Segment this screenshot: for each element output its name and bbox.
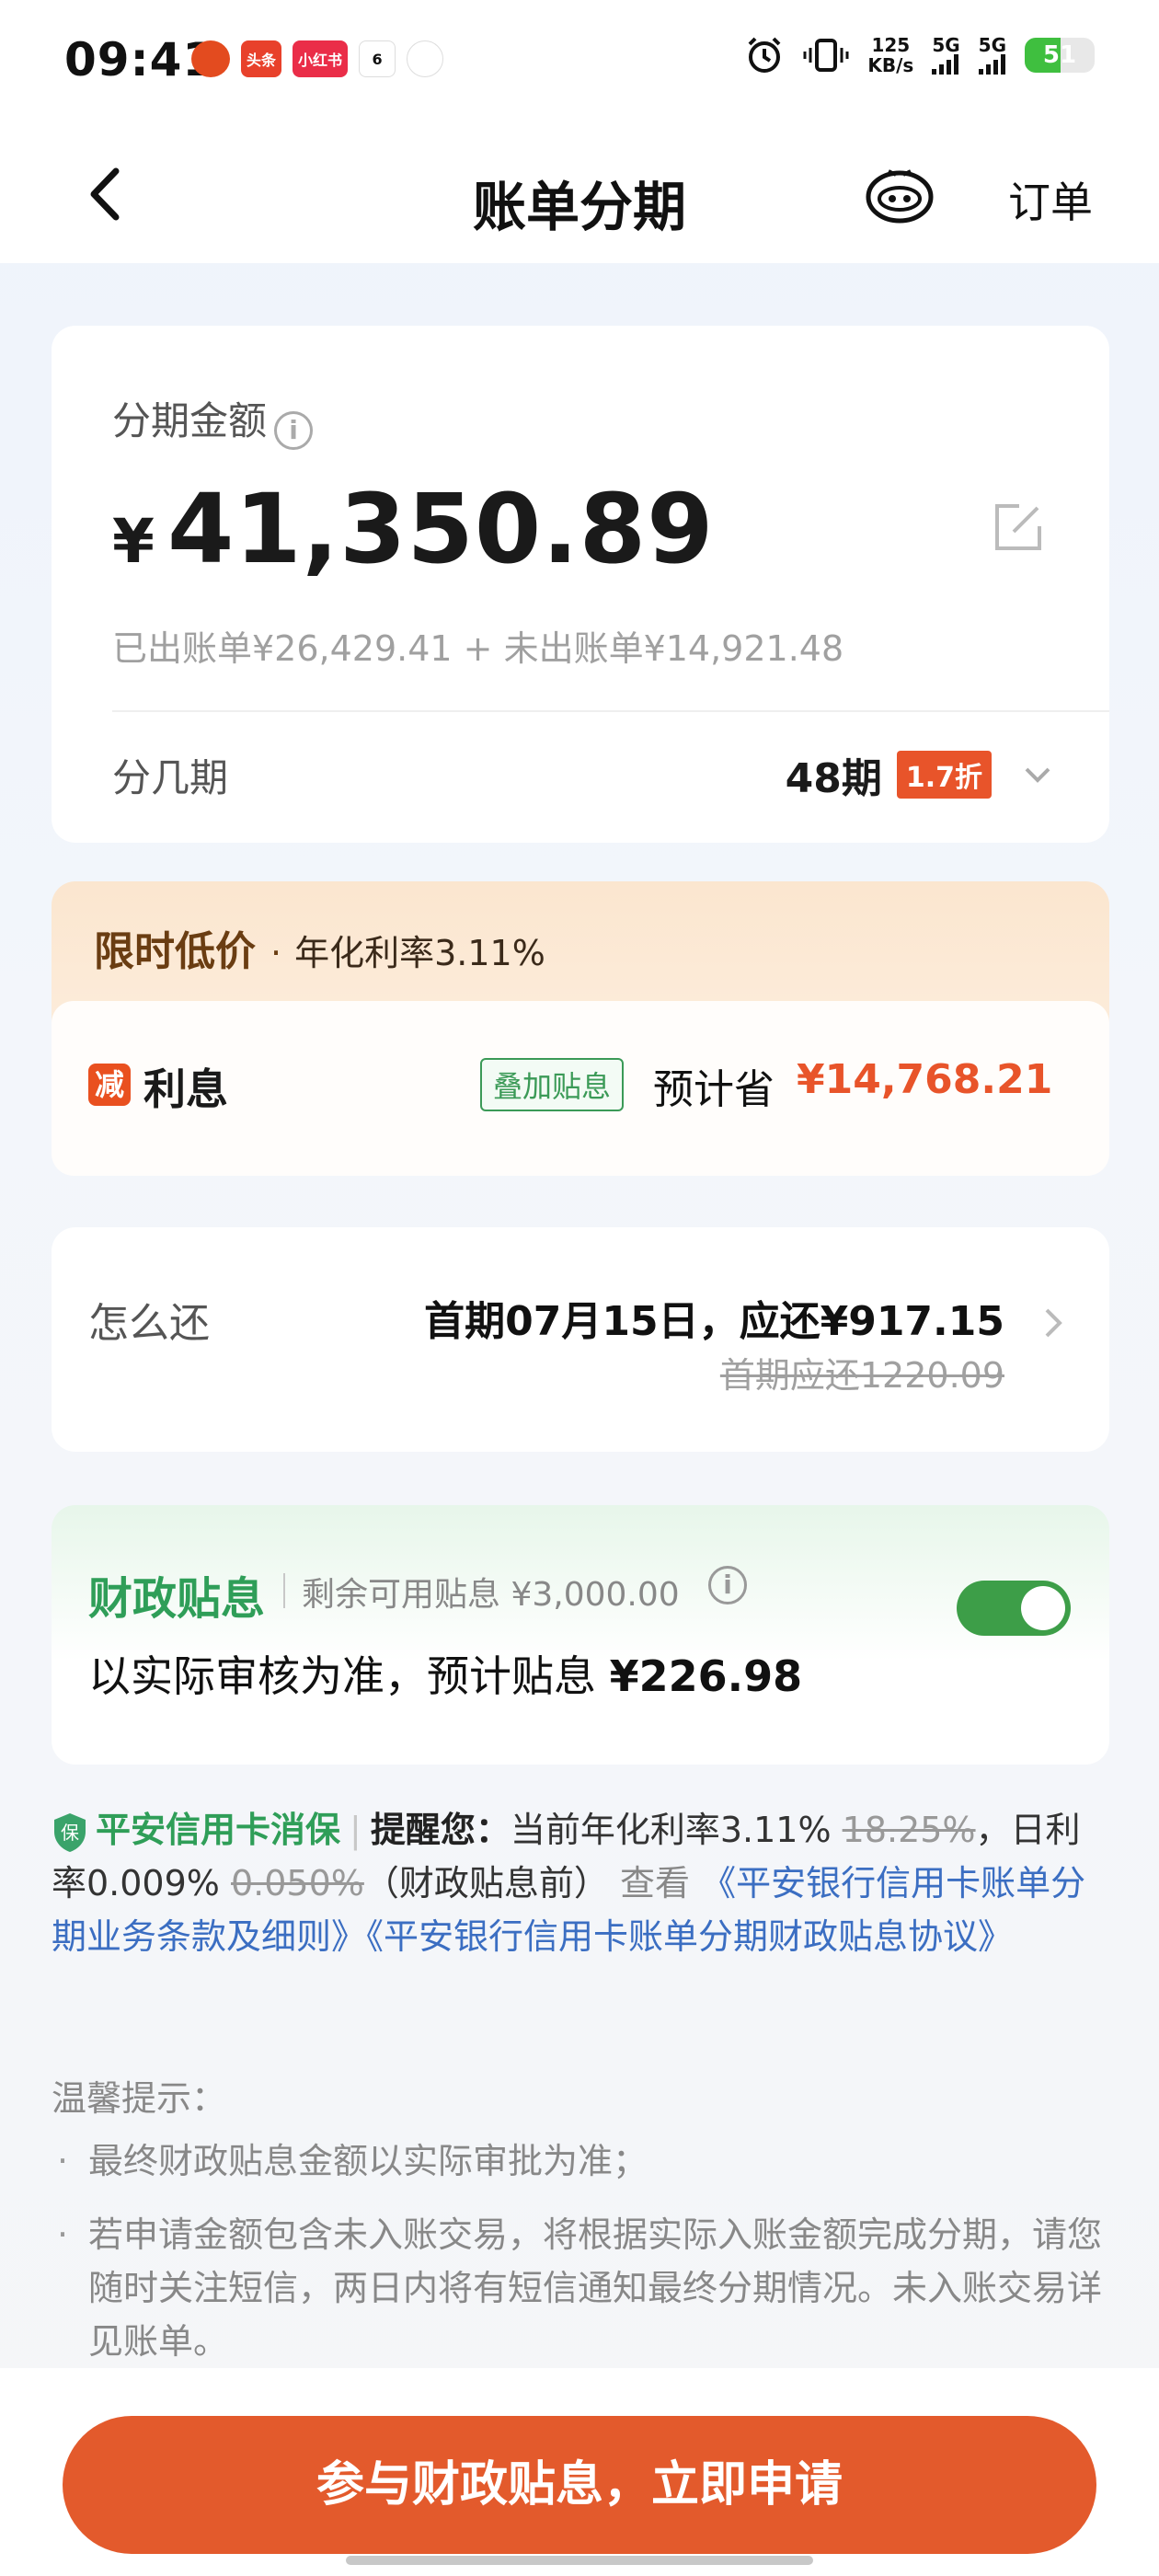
dot-app-icon — [407, 40, 444, 77]
offer-dot: · — [270, 933, 282, 973]
vibrate-icon — [803, 39, 849, 72]
pumpkin-app-icon — [191, 40, 230, 77]
offer-tag: 限时低价 — [94, 928, 256, 975]
subsidy-estimate-text: 以实际审核为准，预计贴息 — [88, 1651, 610, 1701]
notice-text-1: 当前年化利率3.11% — [510, 1810, 843, 1850]
consumer-protection-notice: 保 平安信用卡消保 | 提醒您：当前年化利率3.11% 18.25%，日利率0.00… — [52, 1810, 1086, 1957]
net-label-2: 5G — [978, 34, 1006, 56]
terms-label: 分几期 — [112, 754, 229, 800]
svg-text:保: 保 — [61, 1822, 79, 1844]
tips-title: 温馨提示： — [52, 2078, 227, 2119]
subsidy-toggle[interactable] — [957, 1581, 1071, 1636]
chevron-down-icon[interactable] — [1021, 758, 1054, 791]
assistant-robot-icon[interactable] — [861, 156, 938, 234]
signal-5g-2: 5G — [978, 34, 1006, 75]
installment-amount: 41,350.89 — [166, 473, 715, 585]
bottom-bar: 参与财政贴息，立即申请 — [0, 2368, 1159, 2576]
repayment-card[interactable]: 怎么还 首期07月15日，应还¥917.15 首期应还1220.09 — [52, 1227, 1109, 1452]
status-bar: 09:41 头条 小红书 6 125 KB/s 5G 5G 51 — [0, 0, 1159, 129]
net-label-1: 5G — [932, 34, 960, 56]
interest-row: 减 利息 叠加贴息 预计省 ¥14,768.21 — [52, 1001, 1109, 1176]
subsidy-remaining: 剩余可用贴息 ¥3,000.00 — [302, 1576, 680, 1614]
xiaohongshu-app-icon: 小红书 — [293, 40, 349, 77]
home-indicator[interactable] — [346, 2556, 813, 2565]
limited-offer-card: 限时低价 · 年化利率3.11% 减 利息 叠加贴息 预计省 ¥14,768.2… — [52, 881, 1109, 1176]
network-speed: 125 KB/s — [867, 35, 913, 75]
signal-5g-1: 5G — [932, 34, 960, 75]
status-right: 125 KB/s 5G 5G 51 — [744, 35, 1095, 75]
savings-label: 预计省 — [653, 1066, 775, 1113]
calendar-app-icon: 6 — [359, 40, 396, 77]
chevron-right-icon[interactable] — [1036, 1305, 1069, 1341]
amount-label-row: 分期金额 i — [112, 390, 314, 450]
alarm-icon — [748, 37, 781, 73]
signal-bars-icon — [932, 54, 959, 75]
notice-remind-label: 提醒您： — [370, 1810, 511, 1850]
discount-icon: 减 — [88, 1064, 131, 1106]
savings-amount: ¥14,768.21 — [797, 1056, 1053, 1103]
currency-symbol: ¥ — [112, 506, 155, 577]
subsidy-estimate: 以实际审核为准，预计贴息 ¥226.98 — [88, 1643, 802, 1704]
notice-text-3: （财政贴息前） — [363, 1863, 620, 1903]
amount-row: ¥ 41,350.89 — [112, 473, 715, 585]
divider — [112, 710, 1109, 712]
info-icon[interactable]: i — [708, 1566, 747, 1604]
offer-header: 限时低价 · 年化利率3.11% — [94, 918, 545, 977]
orders-link[interactable]: 订单 — [1008, 169, 1093, 230]
offer-rate: 年化利率3.11% — [294, 933, 545, 973]
list-item: 若申请金额包含未入账交易，将根据实际入账金额完成分期，请您随时关注短信，两日内将… — [52, 2208, 1109, 2368]
toutiao-app-icon: 头条 — [241, 40, 282, 77]
speed-unit: KB/s — [867, 54, 914, 76]
amount-label: 分期金额 — [112, 398, 268, 443]
fiscal-subsidy-card: 财政贴息 剩余可用贴息 ¥3,000.00 i 以实际审核为准，预计贴息 ¥22… — [52, 1505, 1109, 1765]
list-item: 最终财政贴息金额以实际审批为准； — [52, 2134, 1109, 2188]
terms-value-group: 48期 1.7折 — [786, 745, 1054, 804]
original-first-payment: 首期应还1220.09 — [719, 1355, 1004, 1396]
page: 09:41 头条 小红书 6 125 KB/s 5G 5G 51 账单分期 订单… — [0, 0, 1159, 2576]
edit-icon[interactable] — [992, 500, 1045, 554]
terms-selector[interactable]: 分几期 48期 1.7折 — [112, 745, 1054, 804]
nav-header: 账单分期 订单 — [0, 129, 1159, 263]
apply-button[interactable]: 参与财政贴息，立即申请 — [63, 2416, 1096, 2554]
page-title: 账单分期 — [472, 176, 686, 238]
speed-value: 125 — [871, 34, 911, 56]
tips-list: 最终财政贴息金额以实际审批为准； 若申请金额包含未入账交易，将根据实际入账金额完… — [52, 2134, 1109, 2388]
terms-value: 48期 — [785, 755, 882, 802]
battery-icon: 51 — [1025, 38, 1095, 73]
subsidy-estimate-amount: ¥226.98 — [609, 1651, 803, 1701]
subsidy-stack-tag: 叠加贴息 — [480, 1058, 625, 1111]
installment-amount-card: 分期金额 i ¥ 41,350.89 已出账单¥26,429.41 + 未出账单¥… — [52, 326, 1109, 843]
interest-label: 利息 — [143, 1064, 228, 1114]
signal-bars-icon — [978, 54, 1005, 75]
battery-level: 51 — [1042, 41, 1077, 69]
status-app-icons: 头条 小红书 6 — [191, 40, 444, 77]
amount-breakdown: 已出账单¥26,429.41 + 未出账单¥14,921.48 — [112, 628, 844, 669]
repayment-label: 怎么还 — [88, 1300, 210, 1347]
subsidy-agreement-link[interactable]: 《平安银行信用卡账单分期财政贴息协议》 — [366, 1916, 1013, 1957]
shield-icon: 保 — [54, 1812, 86, 1852]
notice-view: 查看 — [619, 1863, 702, 1903]
notice-strike-2: 0.050% — [230, 1863, 364, 1903]
divider — [283, 1573, 285, 1608]
first-payment: 首期07月15日，应还¥917.15 — [424, 1298, 1004, 1345]
info-icon[interactable]: i — [274, 410, 314, 450]
notice-strike-1: 18.25% — [842, 1810, 976, 1850]
discount-badge: 1.7折 — [896, 751, 992, 799]
notice-brand: 平安信用卡消保 — [96, 1810, 341, 1850]
subsidy-title: 财政贴息 — [88, 1573, 266, 1625]
